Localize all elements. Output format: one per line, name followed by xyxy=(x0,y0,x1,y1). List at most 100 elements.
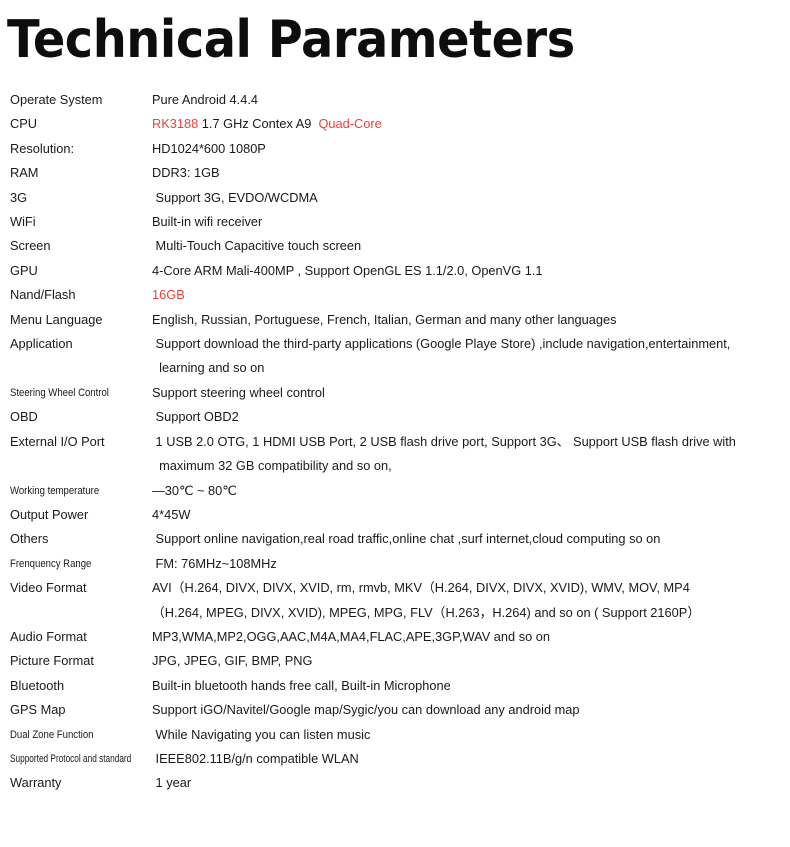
spec-value: Built-in bluetooth hands free call, Buil… xyxy=(152,674,790,698)
spec-label: Operate System xyxy=(10,92,103,107)
spec-value-line: Support 3G, EVDO/WCDMA xyxy=(152,186,780,210)
spec-value: AVI（H.264, DIVX, DIVX, XVID, rm, rmvb, M… xyxy=(152,576,790,625)
spec-value: FM: 76MHz~108MHz xyxy=(152,552,790,576)
spec-value: Support OBD2 xyxy=(152,405,790,429)
spec-value: Multi-Touch Capacitive touch screen xyxy=(152,234,790,258)
spec-label: Others xyxy=(10,531,49,547)
spec-row: Menu Language English, Russian, Portugues… xyxy=(0,308,790,332)
spec-text: English, Russian, Portuguese, French, It… xyxy=(152,311,617,327)
spec-text: Built-in bluetooth hands free call, Buil… xyxy=(152,677,451,693)
spec-label: Nand/Flash xyxy=(10,287,76,303)
spec-value: 1 year xyxy=(152,771,790,795)
spec-text: While Navigating you can listen music xyxy=(152,726,371,742)
spec-text: 1 year xyxy=(152,775,192,791)
spec-row: Application Support download the third-p… xyxy=(0,332,790,381)
spec-value-line: Built-in bluetooth hands free call, Buil… xyxy=(152,674,780,698)
spec-row: Output Power 4*45W xyxy=(0,503,790,527)
spec-text: Support OBD2 xyxy=(152,409,239,425)
spec-value-line: MP3,WMA,MP2,OGG,AAC,M4A,MA4,FLAC,APE,3GP… xyxy=(152,625,780,649)
page-title: Technical Parameters xyxy=(7,10,575,70)
spec-row: External I/O Port 1 USB 2.0 OTG, 1 HDMI … xyxy=(0,430,790,479)
spec-label: 3G xyxy=(10,189,28,205)
spec-value-line: maximum 32 GB compatibility and so on, xyxy=(152,454,780,478)
spec-text: learning and so on xyxy=(152,360,265,376)
spec-value-line: Support online navigation,real road traf… xyxy=(152,527,780,551)
spec-label: Output Power xyxy=(10,506,89,522)
spec-value: 4-Core ARM Mali-400MP , Support OpenGL E… xyxy=(152,259,790,283)
spec-value-line: learning and so on xyxy=(152,356,780,380)
spec-value: Pure Android 4.4.4 xyxy=(152,88,790,112)
spec-text: 4*45W xyxy=(152,506,191,522)
spec-text: FM: 76MHz~108MHz xyxy=(152,555,277,571)
spec-text: AVI（H.264, DIVX, DIVX, XVID, rm, rmvb, M… xyxy=(152,580,690,596)
highlighted-spec-text: Quad-Core xyxy=(318,116,382,132)
spec-value-line: Built-in wifi receiver xyxy=(152,210,780,234)
spec-value-line: RK3188 1.7 GHz Contex A9 Quad-Core xyxy=(152,112,780,136)
spec-sheet-page: Technical Parameters Operate System Pure … xyxy=(0,0,790,847)
spec-row: Video Format AVI（H.264, DIVX, DIVX, XVID,… xyxy=(0,576,790,625)
spec-label: Frenquency Range xyxy=(10,557,92,570)
spec-text: DDR3: 1GB xyxy=(152,165,220,181)
spec-value: Support iGO/Navitel/Google map/Sygic/you… xyxy=(152,698,790,722)
spec-label: Working temperature xyxy=(10,484,100,497)
spec-text: Support iGO/Navitel/Google map/Sygic/you… xyxy=(152,702,580,718)
spec-value: Support 3G, EVDO/WCDMA xyxy=(152,186,790,210)
spec-row: OBD Support OBD2 xyxy=(0,405,790,429)
highlighted-spec-text: 16GB xyxy=(152,287,185,303)
highlighted-spec-text: RK3188 xyxy=(152,116,199,132)
spec-label: GPU xyxy=(10,262,38,278)
spec-label: Supported Protocol and standard xyxy=(10,752,132,765)
technical-parameters-table: Operate System Pure Android 4.4.4 CPU RK318… xyxy=(0,88,790,796)
spec-label: Resolution: xyxy=(10,140,75,156)
spec-text: （H.264, MPEG, DIVX, XVID), MPEG, MPG, FL… xyxy=(152,604,701,620)
spec-label: Picture Format xyxy=(10,653,94,669)
spec-row: Audio Format MP3,WMA,MP2,OGG,AAC,M4A,MA4,… xyxy=(0,625,790,649)
spec-value: 16GB xyxy=(152,283,790,307)
spec-text: 1 USB 2.0 OTG, 1 HDMI USB Port, 2 USB fl… xyxy=(152,433,736,449)
spec-label: Warranty xyxy=(10,775,62,791)
spec-row: Others Support online navigation,real ro… xyxy=(0,527,790,551)
spec-text: JPG, JPEG, GIF, BMP, PNG xyxy=(152,653,313,669)
spec-text: Support download the third-party applica… xyxy=(152,336,731,352)
spec-value-line: DDR3: 1GB xyxy=(152,161,780,185)
spec-value-line: —30℃ ~ 80℃ xyxy=(152,479,780,503)
spec-row: Picture Format JPG, JPEG, GIF, BMP, PNG xyxy=(0,649,790,673)
spec-text: 4-Core ARM Mali-400MP , Support OpenGL E… xyxy=(152,262,543,278)
spec-value-line: JPG, JPEG, GIF, BMP, PNG xyxy=(152,649,780,673)
spec-label: Dual Zone Function xyxy=(10,728,94,741)
spec-row: RAM DDR3: 1GB xyxy=(0,161,790,185)
spec-value-line: 1 year xyxy=(152,771,780,795)
spec-label: WiFi xyxy=(10,214,36,230)
spec-value-line: English, Russian, Portuguese, French, It… xyxy=(152,308,780,332)
spec-label: Screen xyxy=(10,238,51,254)
spec-value-line: HD1024*600 1080P xyxy=(152,137,780,161)
spec-value-line: AVI（H.264, DIVX, DIVX, XVID, rm, rmvb, M… xyxy=(152,576,780,600)
spec-value: IEEE802.11B/g/n compatible WLAN xyxy=(152,747,790,771)
spec-value-line: 4-Core ARM Mali-400MP , Support OpenGL E… xyxy=(152,259,780,283)
spec-value-line: Support download the third-party applica… xyxy=(152,332,780,356)
spec-text: IEEE802.11B/g/n compatible WLAN xyxy=(152,750,359,766)
spec-text: Support 3G, EVDO/WCDMA xyxy=(152,189,318,205)
spec-value-line: 4*45W xyxy=(152,503,780,527)
spec-label: Bluetooth xyxy=(10,677,65,693)
spec-value: Support online navigation,real road traf… xyxy=(152,527,790,551)
spec-row: Steering Wheel Control Support steering w… xyxy=(0,381,790,405)
spec-label: CPU xyxy=(10,116,38,132)
spec-value: DDR3: 1GB xyxy=(152,161,790,185)
spec-label: OBD xyxy=(10,409,38,425)
spec-row: Working temperature —30℃ ~ 80℃ xyxy=(0,479,790,503)
spec-label: GPS Map xyxy=(10,702,66,718)
spec-label: Video Format xyxy=(10,580,87,596)
spec-text: Multi-Touch Capacitive touch screen xyxy=(152,238,362,254)
spec-row: Dual Zone Function While Navigating you … xyxy=(0,723,790,747)
spec-value-line: Support OBD2 xyxy=(152,405,780,429)
spec-value: 1 USB 2.0 OTG, 1 HDMI USB Port, 2 USB fl… xyxy=(152,430,790,479)
spec-row: Nand/Flash 16GB xyxy=(0,283,790,307)
spec-value: 4*45W xyxy=(152,503,790,527)
spec-row: GPS Map Support iGO/Navitel/Google map/Sy… xyxy=(0,698,790,722)
spec-value-line: 1 USB 2.0 OTG, 1 HDMI USB Port, 2 USB fl… xyxy=(152,430,780,454)
spec-value: HD1024*600 1080P xyxy=(152,137,790,161)
spec-value-line: Multi-Touch Capacitive touch screen xyxy=(152,234,780,258)
spec-value: Built-in wifi receiver xyxy=(152,210,790,234)
spec-row: WiFi Built-in wifi receiver xyxy=(0,210,790,234)
